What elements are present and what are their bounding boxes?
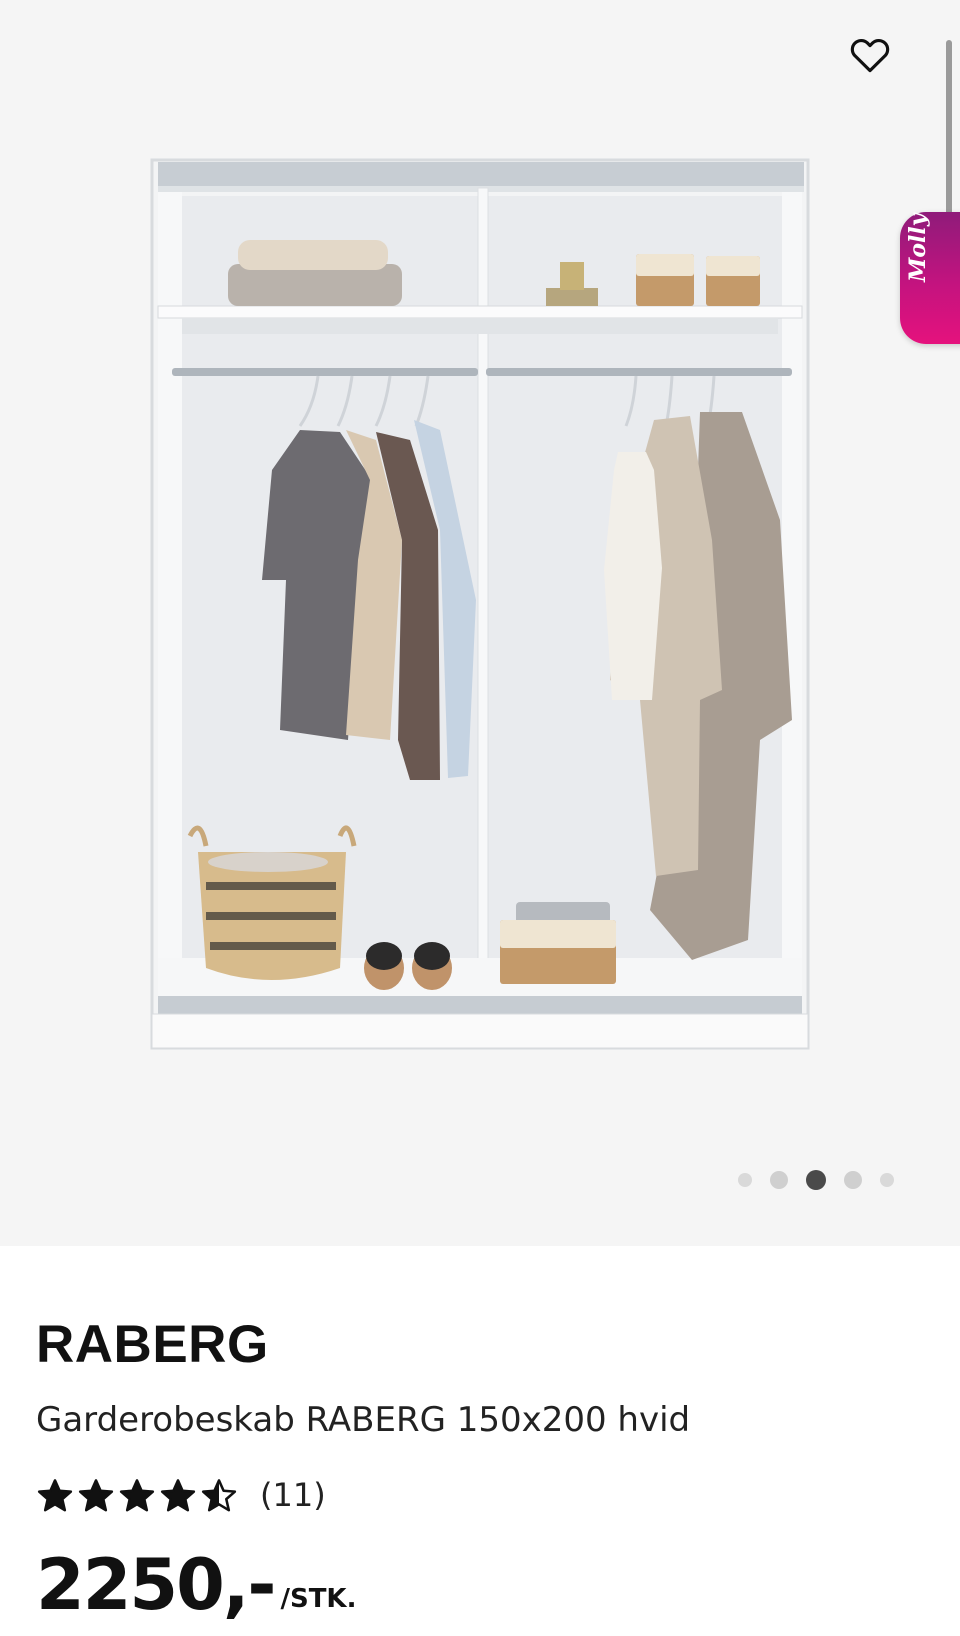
gallery-dot-active[interactable] [806, 1170, 826, 1190]
star-half-icon [201, 1479, 237, 1512]
price-unit: /STK. [280, 1584, 357, 1614]
star-full-icon [37, 1479, 73, 1512]
favorite-button[interactable] [846, 30, 894, 78]
product-name: Garderobeskab RABERG 150x200 hvid [36, 1400, 691, 1440]
page-scrollbar[interactable] [946, 40, 952, 235]
star-full-icon [78, 1479, 114, 1512]
star-full-icon [119, 1479, 155, 1512]
heart-outline-icon [850, 39, 890, 73]
molly-label: Molly [905, 213, 931, 282]
product-image[interactable] [0, 0, 960, 1246]
product-price: 2250,- [36, 1544, 276, 1626]
product-brand: RABERG [36, 1315, 269, 1374]
product-rating[interactable]: (11) [36, 1476, 326, 1514]
gallery-pagination-dots [738, 1168, 912, 1192]
rating-stars [36, 1476, 238, 1514]
storage-basket-right [500, 902, 616, 984]
gallery-dot[interactable] [844, 1171, 862, 1189]
gallery-dot[interactable] [738, 1173, 752, 1187]
review-count[interactable]: (11) [260, 1476, 326, 1514]
star-full-icon [160, 1479, 196, 1512]
molly-chat-widget[interactable]: Molly [900, 212, 960, 344]
price-row: 2250,- /STK. [36, 1550, 356, 1620]
gallery-dot[interactable] [770, 1171, 788, 1189]
product-image-gallery[interactable] [0, 0, 960, 1246]
folded-sweaters [228, 240, 402, 306]
gallery-dot[interactable] [880, 1173, 894, 1187]
